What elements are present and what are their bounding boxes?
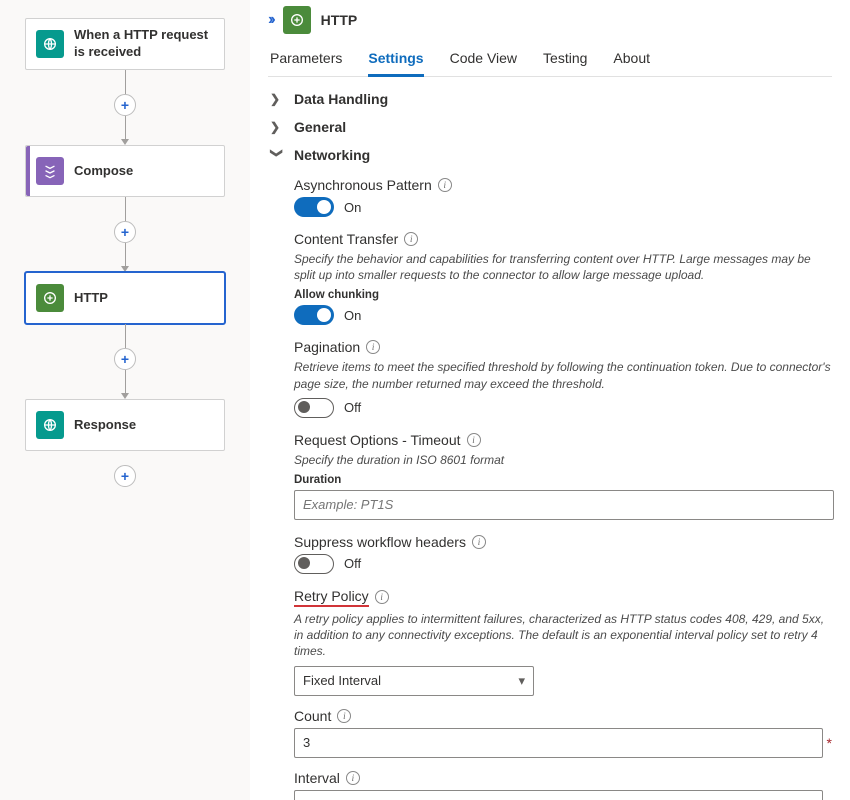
retry-type-value: Fixed Interval [303,673,381,688]
info-icon[interactable]: i [346,771,360,785]
flow-node-label: Response [74,417,136,434]
add-step-button[interactable]: + [114,348,136,370]
tab-parameters[interactable]: Parameters [270,42,342,76]
setting-retry-title: Retry Policy [294,588,369,607]
connector-line [125,70,126,94]
setting-pagination-title: Pagination [294,339,360,355]
toggle-state: Off [344,556,361,571]
setting-suppress-title: Suppress workflow headers [294,534,466,550]
async-pattern-toggle[interactable] [294,197,334,217]
flow-node-http[interactable]: HTTP [25,272,225,324]
tab-testing[interactable]: Testing [543,42,587,76]
toggle-state: Off [344,400,361,415]
chevron-down-icon: ▾ [518,673,525,689]
add-step-button[interactable]: + [114,221,136,243]
add-step-button[interactable]: + [114,94,136,116]
http-icon [36,284,64,312]
suppress-headers-toggle[interactable] [294,554,334,574]
section-label: Data Handling [294,91,388,107]
allow-chunking-toggle[interactable] [294,305,334,325]
section-data-handling[interactable]: ❯ Data Handling [270,85,832,113]
pagination-desc: Retrieve items to meet the specified thr… [294,359,832,391]
http-request-icon [36,30,64,58]
count-label: Count [294,708,331,724]
flow-node-compose[interactable]: Compose [25,145,225,197]
panel-tabs: Parameters Settings Code View Testing Ab… [268,42,832,77]
tab-code-view[interactable]: Code View [450,42,517,76]
workflow-canvas: When a HTTP request is received + Compos… [0,0,250,800]
info-icon[interactable]: i [337,709,351,723]
panel-title: HTTP [321,12,358,28]
info-icon[interactable]: i [472,535,486,549]
content-transfer-desc: Specify the behavior and capabilities fo… [294,251,832,283]
info-icon[interactable]: i [467,433,481,447]
timeout-desc: Specify the duration in ISO 8601 format [294,452,832,468]
retry-desc: A retry policy applies to intermittent f… [294,611,832,660]
setting-async-title: Asynchronous Pattern [294,177,432,193]
compose-icon [36,157,64,185]
settings-panel: ›› HTTP Parameters Settings Code View Te… [250,0,850,800]
allow-chunking-label: Allow chunking [294,289,832,301]
info-icon[interactable]: i [404,232,418,246]
duration-label: Duration [294,474,832,486]
info-icon[interactable]: i [438,178,452,192]
chevron-right-icon: ❯ [270,120,284,134]
info-icon[interactable]: i [375,590,389,604]
connector-line [125,116,126,140]
section-label: Networking [294,147,370,163]
section-label: General [294,119,346,135]
connector-line [125,197,126,221]
retry-type-select[interactable]: Fixed Interval ▾ [294,666,534,696]
compose-accent [26,146,30,196]
pagination-toggle[interactable] [294,398,334,418]
section-general[interactable]: ❯ General [270,113,832,141]
required-indicator: * [827,797,832,800]
flow-node-label: HTTP [74,290,108,307]
section-networking[interactable]: ❯ Networking [270,141,832,169]
setting-timeout-title: Request Options - Timeout [294,432,461,448]
retry-interval-input[interactable] [294,790,823,800]
retry-count-input[interactable] [294,728,823,758]
flow-node-label: When a HTTP request is received [74,27,214,61]
http-icon [283,6,311,34]
flow-node-label: Compose [74,163,133,180]
setting-content-transfer-title: Content Transfer [294,231,398,247]
connector-line [125,243,126,267]
collapse-panel-icon[interactable]: ›› [268,11,273,29]
connector-line [125,370,126,394]
connector-line [125,324,126,348]
chevron-right-icon: ❯ [270,92,284,106]
info-icon[interactable]: i [366,340,380,354]
response-icon [36,411,64,439]
toggle-state: On [344,200,361,215]
tab-settings[interactable]: Settings [368,42,423,77]
flow-node-trigger[interactable]: When a HTTP request is received [25,18,225,70]
add-step-button[interactable]: + [114,465,136,487]
flow-node-response[interactable]: Response [25,399,225,451]
chevron-down-icon: ❯ [270,148,284,162]
toggle-state: On [344,308,361,323]
duration-input[interactable] [294,490,834,520]
required-indicator: * [827,735,832,751]
interval-label: Interval [294,770,340,786]
tab-about[interactable]: About [613,42,650,76]
